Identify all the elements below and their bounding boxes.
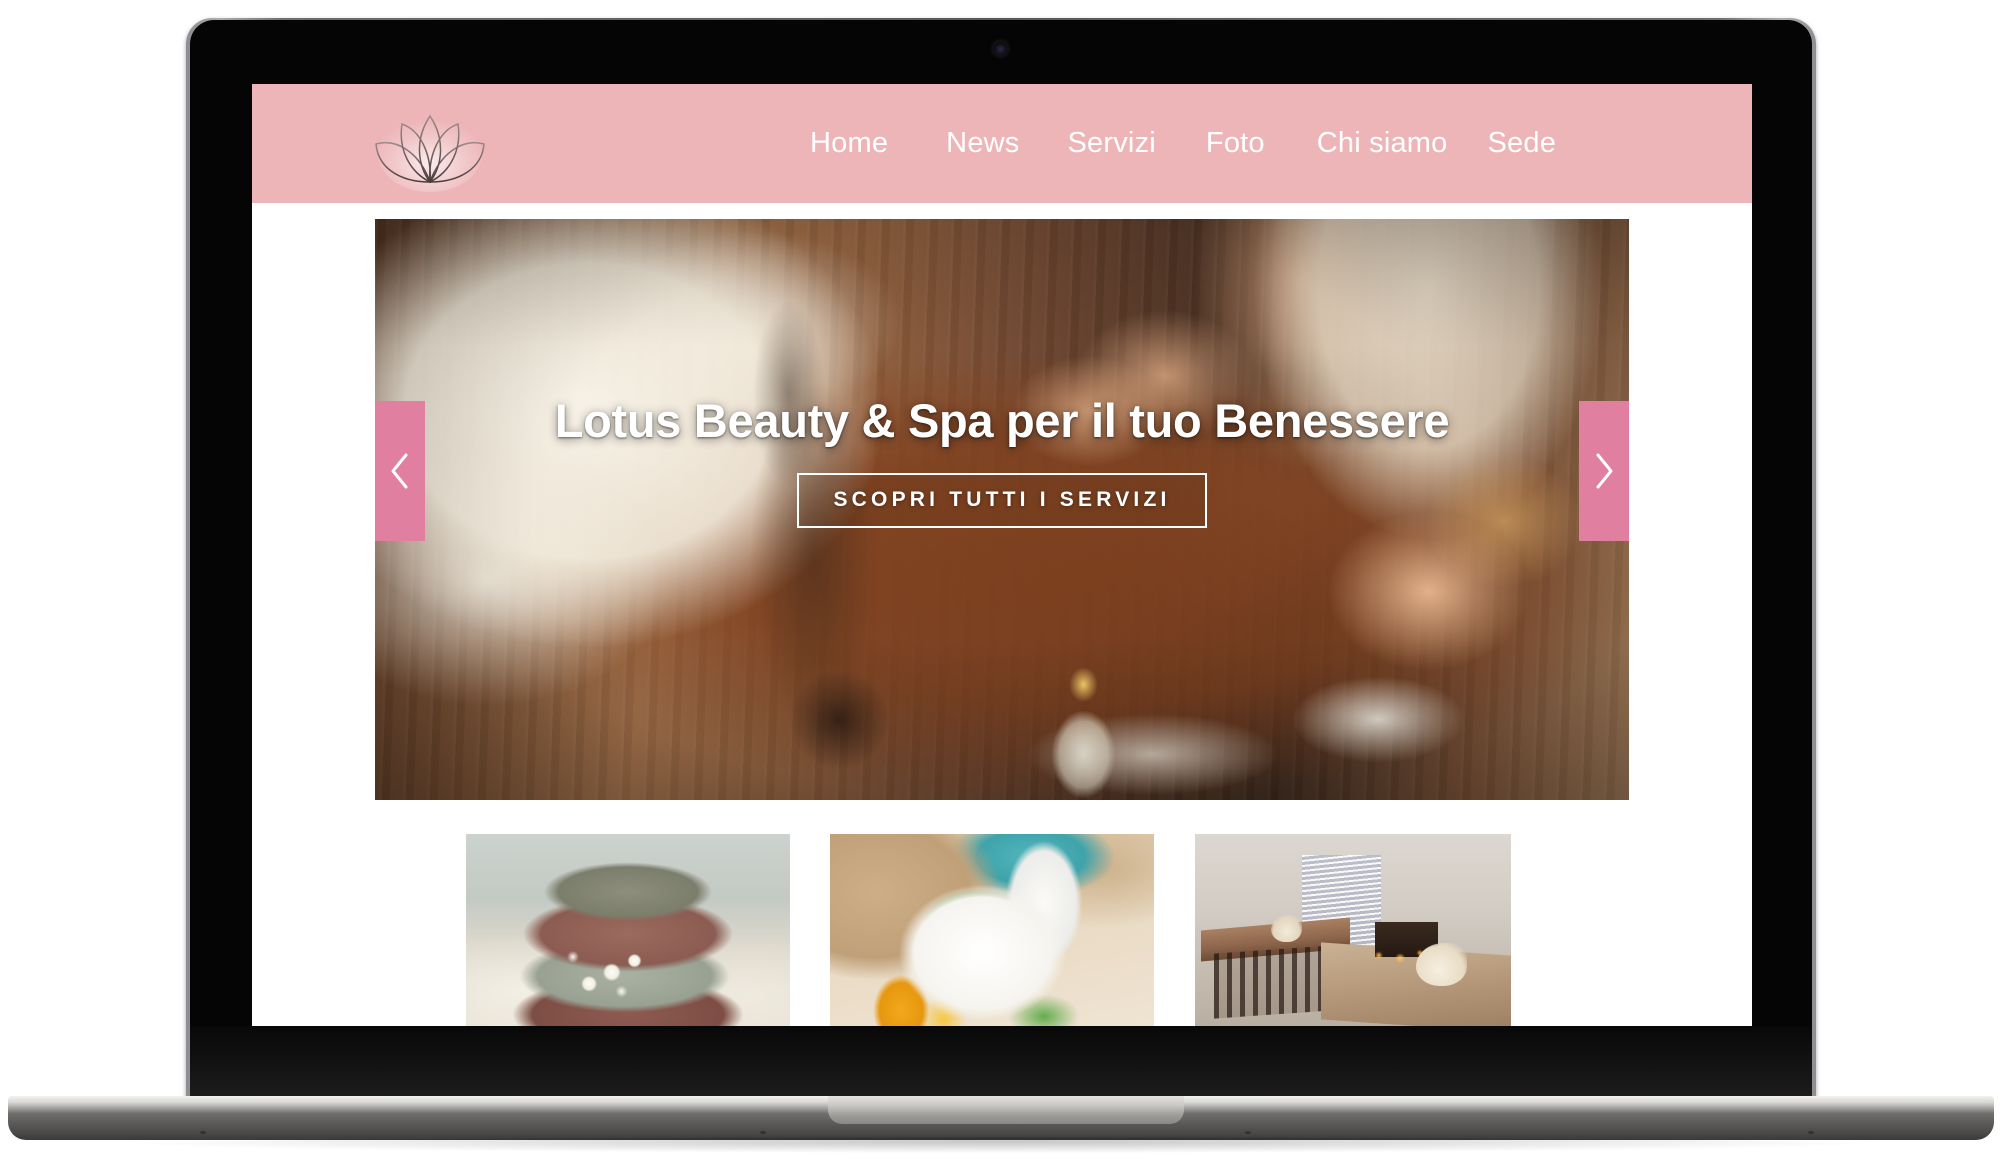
carousel-prev-button[interactable] (375, 401, 425, 541)
mortar-herbs-image (830, 834, 1154, 1026)
gallery-card-mortar-herbs[interactable] (830, 834, 1154, 1026)
massage-room-image (1195, 834, 1511, 1026)
towel-swan-a-art (1270, 914, 1303, 942)
hero-caption: Lotus Beauty & Spa per il tuo Benessere … (375, 395, 1629, 528)
nav-item-news[interactable]: News (944, 121, 1021, 166)
gallery-card-massage-room[interactable] (1195, 834, 1511, 1026)
chevron-left-icon (389, 451, 411, 491)
towel-swan-b-art (1416, 943, 1467, 986)
nav-item-foto[interactable]: Foto (1204, 121, 1267, 166)
main-navigation: Home News Servizi Foto Chi siamo Sede (808, 84, 1558, 203)
laptop-foot-dot (1808, 1131, 1814, 1134)
nav-item-home[interactable]: Home (808, 121, 890, 166)
lotus-flower-icon[interactable] (360, 94, 500, 192)
zen-stones-flowers-art (466, 834, 790, 1026)
hero-slide-image: Lotus Beauty & Spa per il tuo Benessere … (375, 219, 1629, 801)
gallery-card-zen-stones[interactable] (466, 834, 790, 1026)
carousel-next-button[interactable] (1579, 401, 1629, 541)
laptop-lower-bezel (190, 1026, 1812, 1100)
nav-item-sede[interactable]: Sede (1486, 121, 1559, 166)
site-header: Home News Servizi Foto Chi siamo Sede (252, 84, 1752, 203)
chevron-right-icon (1593, 451, 1615, 491)
laptop-mockup: Home News Servizi Foto Chi siamo Sede Lo… (0, 0, 2002, 1160)
browser-viewport: Home News Servizi Foto Chi siamo Sede Lo… (252, 84, 1752, 1026)
nav-item-servizi[interactable]: Servizi (1066, 121, 1158, 166)
hero-title: Lotus Beauty & Spa per il tuo Benessere (554, 394, 1450, 447)
laptop-foot-dot (200, 1131, 206, 1134)
nav-item-chi-siamo[interactable]: Chi siamo (1315, 121, 1450, 166)
hero-cta-button[interactable]: SCOPRI TUTTI I SERVIZI (797, 472, 1207, 528)
laptop-foot-dot (760, 1131, 766, 1134)
laptop-shadow (120, 1137, 1880, 1153)
gallery-section (252, 800, 1752, 1026)
laptop-base-notch (828, 1096, 1184, 1124)
laptop-foot-dot (1245, 1131, 1251, 1134)
hero-slider: Lotus Beauty & Spa per il tuo Benessere … (252, 203, 1752, 801)
webcam-icon (994, 42, 1007, 55)
